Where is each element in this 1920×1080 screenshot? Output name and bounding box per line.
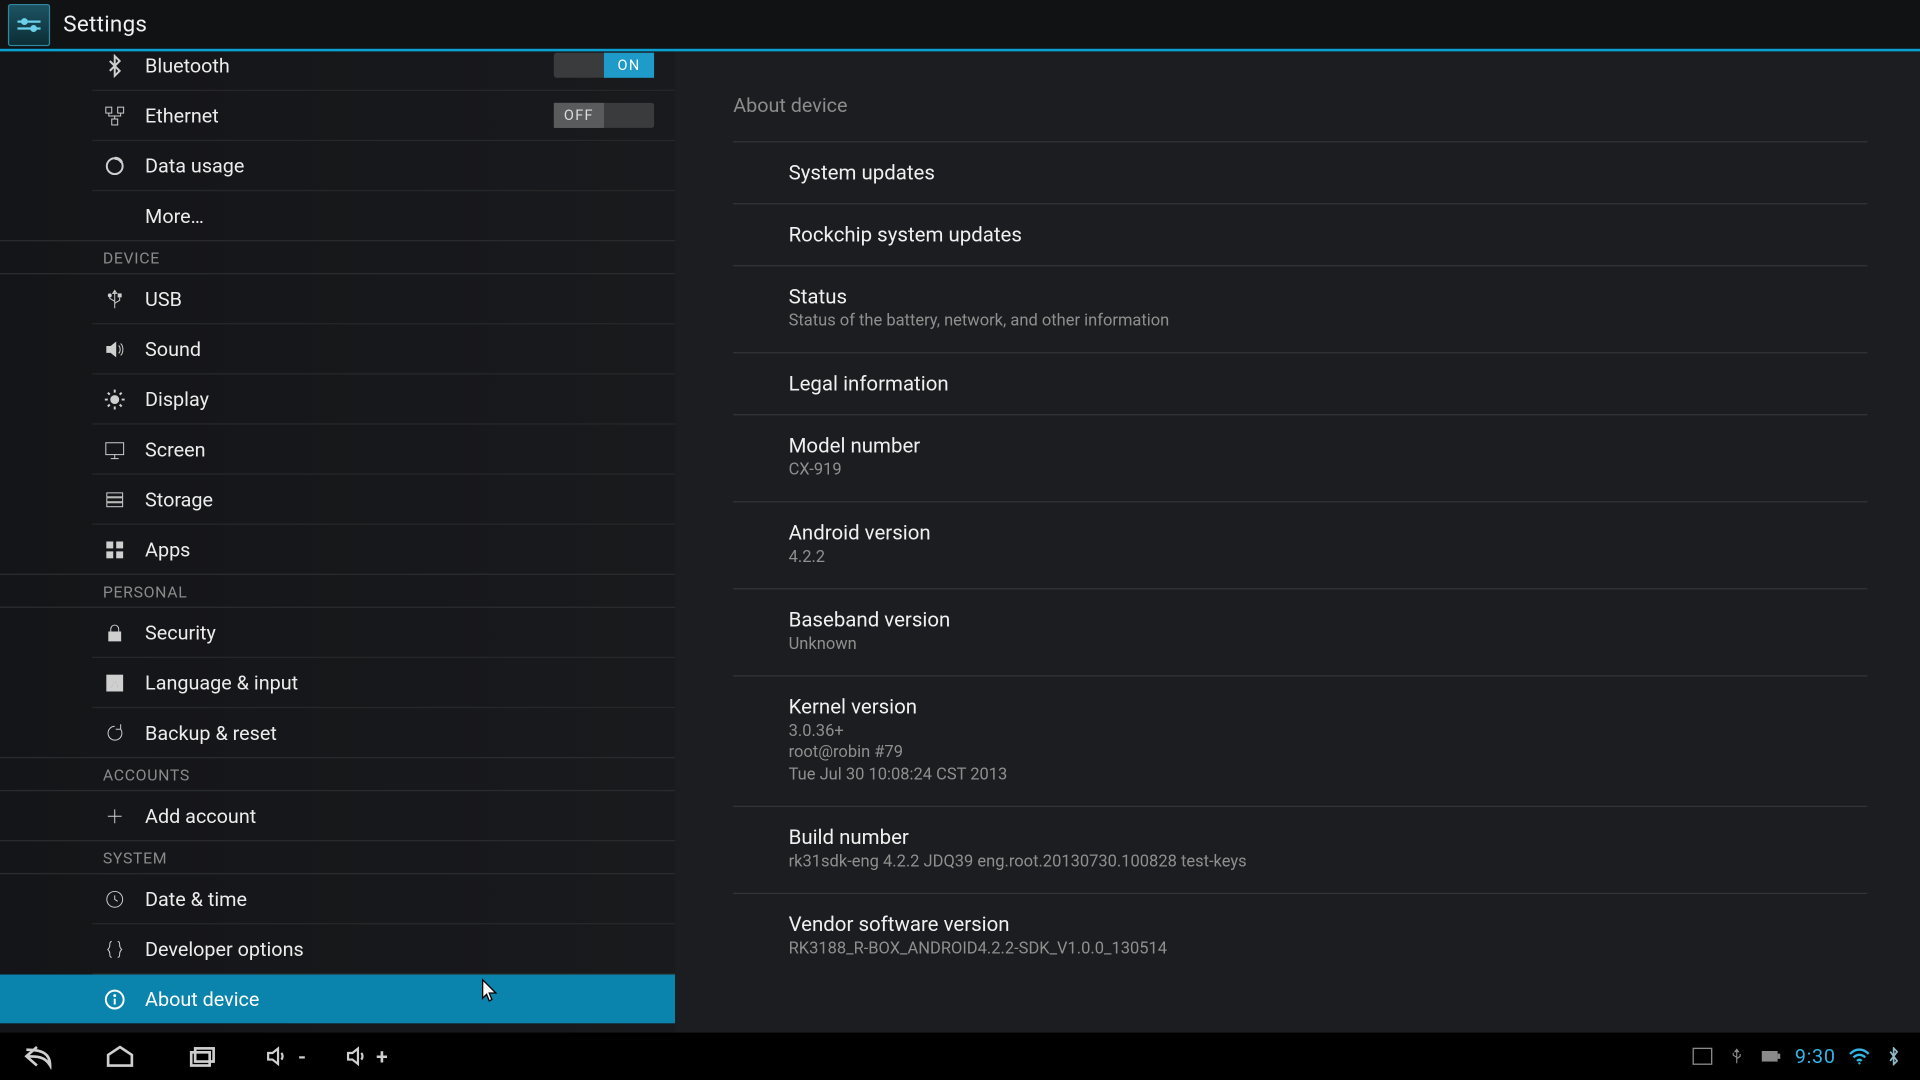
sidebar-item-security[interactable]: Security	[0, 608, 675, 657]
sidebar-item-label: Sound	[145, 337, 201, 361]
apps-icon	[103, 537, 127, 561]
sidebar-item-label: Display	[145, 387, 209, 411]
row-model[interactable]: Model number CX-919	[733, 414, 1867, 501]
data-usage-icon	[103, 154, 127, 178]
plus-icon	[103, 804, 127, 828]
sidebar-header-device: DEVICE	[0, 240, 675, 274]
row-status[interactable]: Status Status of the battery, network, a…	[733, 265, 1867, 352]
battery-icon	[1761, 1047, 1782, 1065]
screen-icon	[103, 437, 127, 461]
sidebar-item-label: Add account	[145, 804, 256, 828]
sidebar-item-storage[interactable]: Storage	[0, 475, 675, 524]
sidebar-header-personal: PERSONAL	[0, 574, 675, 608]
sidebar-item-label: Backup & reset	[145, 721, 277, 745]
bluetooth-status-icon	[1883, 1047, 1904, 1065]
sidebar-item-label: Security	[145, 620, 216, 644]
svg-text:A: A	[111, 676, 119, 690]
back-button[interactable]	[16, 1034, 61, 1079]
sidebar-item-ethernet[interactable]: Ethernet OFF	[0, 91, 675, 140]
sidebar-item-label: Developer options	[145, 937, 304, 961]
sidebar-item-data-usage[interactable]: Data usage	[0, 141, 675, 190]
ethernet-icon	[103, 104, 127, 128]
row-system-updates[interactable]: System updates	[733, 141, 1867, 203]
backup-icon	[103, 721, 127, 745]
clock-icon	[103, 887, 127, 911]
wifi-icon	[1849, 1047, 1870, 1065]
sidebar-item-apps[interactable]: Apps	[0, 525, 675, 574]
sidebar-item-label: Ethernet	[145, 104, 219, 128]
settings-app-icon	[8, 3, 50, 45]
storage-icon	[103, 487, 127, 511]
sidebar-item-label: Apps	[145, 537, 190, 561]
ethernet-toggle[interactable]: OFF	[554, 103, 654, 128]
sidebar-item-label: Language & input	[145, 671, 298, 695]
row-build[interactable]: Build number rk31sdk-eng 4.2.2 JDQ39 eng…	[733, 806, 1867, 893]
screenshot-icon	[1692, 1047, 1713, 1065]
page-title: Settings	[63, 11, 147, 37]
sidebar-header-system: SYSTEM	[0, 840, 675, 874]
sidebar-item-label: USB	[145, 287, 182, 311]
display-icon	[103, 387, 127, 411]
info-icon	[103, 987, 127, 1011]
row-legal[interactable]: Legal information	[733, 352, 1867, 414]
sidebar-item-usb[interactable]: USB	[0, 274, 675, 323]
lock-icon	[103, 620, 127, 644]
row-rockchip-updates[interactable]: Rockchip system updates	[733, 203, 1867, 265]
volume-up-button[interactable]: +	[343, 1034, 388, 1079]
settings-sidebar: Bluetooth ON Ethernet OFF Data usage Mor…	[0, 51, 675, 1032]
sidebar-item-language[interactable]: A Language & input	[0, 658, 675, 707]
row-android-version[interactable]: Android version 4.2.2	[733, 501, 1867, 588]
sidebar-item-display[interactable]: Display	[0, 375, 675, 424]
sidebar-header-accounts: ACCOUNTS	[0, 757, 675, 791]
sidebar-item-datetime[interactable]: Date & time	[0, 874, 675, 923]
row-baseband[interactable]: Baseband version Unknown	[733, 588, 1867, 675]
usb-icon	[103, 287, 127, 311]
sidebar-item-more[interactable]: More…	[0, 191, 675, 240]
row-vendor[interactable]: Vendor software version RK3188_R-BOX_AND…	[733, 893, 1867, 980]
sidebar-item-label: Screen	[145, 437, 206, 461]
sound-icon	[103, 337, 127, 361]
content-title: About device	[733, 83, 1867, 141]
sidebar-item-developer[interactable]: Developer options	[0, 924, 675, 973]
sidebar-item-about[interactable]: About device	[0, 975, 675, 1024]
sidebar-item-label: Data usage	[145, 154, 244, 178]
language-icon: A	[103, 671, 127, 695]
content-pane: About device System updates Rockchip sys…	[675, 51, 1920, 1032]
status-tray[interactable]: 9:30	[1692, 1044, 1904, 1068]
sidebar-item-label: More…	[145, 204, 204, 228]
sidebar-item-label: Date & time	[145, 887, 247, 911]
home-button[interactable]	[98, 1034, 143, 1079]
titlebar: Settings	[0, 0, 1920, 51]
bluetooth-icon	[103, 53, 127, 77]
volume-down-button[interactable]: -	[261, 1034, 306, 1079]
bluetooth-toggle[interactable]: ON	[554, 53, 654, 78]
sidebar-item-screen[interactable]: Screen	[0, 425, 675, 474]
sidebar-item-label: Bluetooth	[145, 53, 230, 77]
system-navbar: - + 9:30	[0, 1033, 1920, 1080]
sidebar-item-label: About device	[145, 987, 259, 1011]
sidebar-item-backup[interactable]: Backup & reset	[0, 708, 675, 757]
sidebar-item-sound[interactable]: Sound	[0, 324, 675, 373]
braces-icon	[103, 937, 127, 961]
usb-status-icon	[1726, 1047, 1747, 1065]
sidebar-item-bluetooth[interactable]: Bluetooth ON	[0, 51, 675, 89]
sidebar-item-label: Storage	[145, 487, 213, 511]
status-clock: 9:30	[1795, 1044, 1836, 1068]
row-kernel[interactable]: Kernel version 3.0.36+ root@robin #79 Tu…	[733, 675, 1867, 806]
sidebar-item-add-account[interactable]: Add account	[0, 791, 675, 840]
recents-button[interactable]	[179, 1034, 224, 1079]
